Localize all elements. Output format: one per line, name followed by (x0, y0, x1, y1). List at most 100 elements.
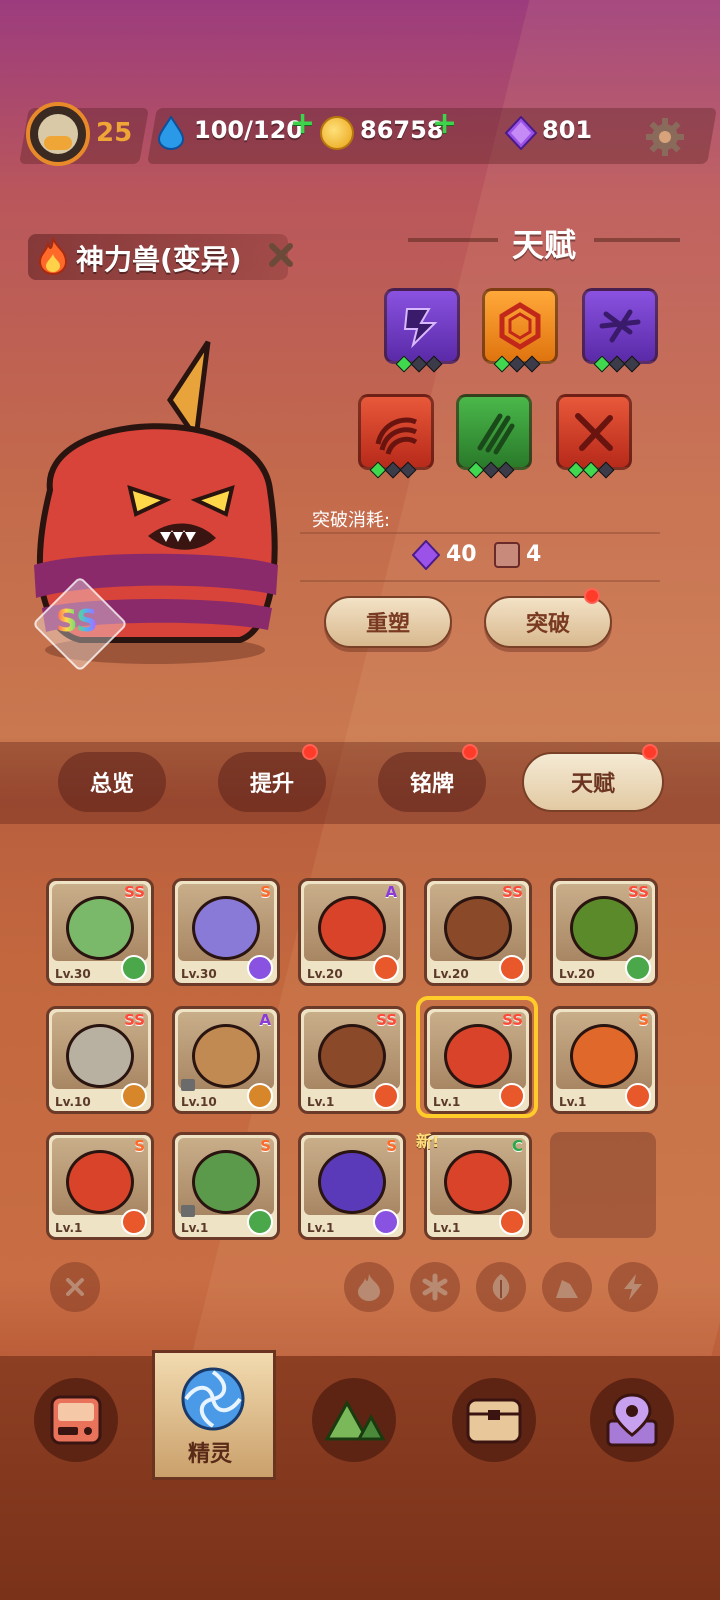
avatar[interactable] (26, 102, 90, 166)
pet-thumbnail (444, 895, 512, 960)
hexagon-icon (499, 302, 541, 350)
break-cost-label: 突破消耗: (312, 510, 391, 531)
material-icon (494, 542, 520, 568)
gem-value: 801 (542, 116, 593, 144)
new-tag: 新! (416, 1132, 440, 1151)
skill-level-pips-5 (467, 461, 515, 479)
skill-slot-6[interactable] (556, 394, 632, 470)
chest-icon (466, 1398, 522, 1444)
nav-console[interactable] (34, 1378, 118, 1462)
notification-dot (462, 744, 478, 760)
scratch-icon (477, 413, 515, 455)
fire-element-icon (121, 1209, 147, 1235)
pet-card[interactable]: A Lv.10 (172, 1006, 280, 1114)
fire-element-icon (499, 955, 525, 981)
pet-rank: SS (502, 883, 523, 901)
notification-dot (642, 744, 658, 760)
filter-water-button[interactable] (410, 1262, 460, 1312)
notification-dot (302, 744, 318, 760)
divider (300, 532, 660, 534)
filter-fire-button[interactable] (344, 1262, 394, 1312)
pet-thumbnail (192, 1149, 260, 1214)
filter-earth-button[interactable] (542, 1262, 592, 1312)
pet-thumbnail (318, 1149, 386, 1214)
pet-card[interactable]: SS Lv.30 (46, 878, 154, 986)
pet-rank: SS (124, 1011, 145, 1029)
skill-slot-3[interactable] (582, 288, 658, 364)
clear-filter-button[interactable] (50, 1262, 100, 1312)
spirit-icon (181, 1367, 245, 1431)
pet-rank: SS (376, 1011, 397, 1029)
pet-rank: S (134, 1137, 145, 1155)
pet-rank: S (260, 883, 271, 901)
lock-icon (181, 1079, 195, 1091)
pet-rank: A (259, 1011, 271, 1029)
pet-level: Lv.30 (55, 967, 91, 981)
reshape-button[interactable]: 重塑 (324, 596, 452, 648)
pet-card[interactable]: S Lv.30 (172, 878, 280, 986)
tab-overview[interactable]: 总览 (58, 752, 166, 812)
pet-card[interactable]: A Lv.20 (298, 878, 406, 986)
pet-card[interactable]: S Lv.1 (298, 1132, 406, 1240)
rock-icon (556, 1280, 578, 1298)
pet-rank: S (638, 1011, 649, 1029)
snowflake-icon (422, 1273, 448, 1301)
nav-map[interactable] (590, 1378, 674, 1462)
filter-electric-button[interactable] (608, 1262, 658, 1312)
tab-nameplate[interactable]: 铭牌 (378, 752, 486, 812)
skill-level-pips-6 (567, 461, 615, 479)
pet-level: Lv.10 (55, 1095, 91, 1109)
earth-element-icon (247, 1083, 273, 1109)
skill-level-pips-1 (395, 355, 443, 373)
nav-inventory[interactable] (452, 1378, 536, 1462)
player-level: 25 (96, 118, 133, 148)
skill-slot-1[interactable] (384, 288, 460, 364)
pet-thumbnail (318, 1023, 386, 1088)
add-coin-button[interactable]: + (432, 106, 457, 141)
filter-grass-button[interactable] (476, 1262, 526, 1312)
pet-level: Lv.10 (181, 1095, 217, 1109)
pet-thumbnail (444, 1149, 512, 1214)
pet-card[interactable]: SS Lv.10 (46, 1006, 154, 1114)
pet-card[interactable]: C Lv.1 (424, 1132, 532, 1240)
fire-icon (358, 1274, 380, 1301)
tab-upgrade[interactable]: 提升 (218, 752, 326, 812)
mountain-icon (324, 1399, 385, 1441)
nav-explore[interactable] (312, 1378, 396, 1462)
add-stamina-button[interactable]: + (290, 106, 315, 141)
pet-rank: SS (124, 883, 145, 901)
pet-thumbnail (66, 1023, 134, 1088)
fire-element-icon (373, 1083, 399, 1109)
lightning-icon (403, 308, 438, 349)
pet-thumbnail (66, 895, 134, 960)
pet-thumbnail (66, 1149, 134, 1214)
skill-slot-5[interactable] (456, 394, 532, 470)
pet-card[interactable]: SS Lv.20 (550, 878, 658, 986)
paw-coin-icon (320, 116, 354, 150)
close-icon (66, 1278, 84, 1296)
skill-slot-4[interactable] (358, 394, 434, 470)
notification-dot (584, 588, 600, 604)
pet-thumbnail (318, 895, 386, 960)
skill-level-pips-3 (593, 355, 641, 373)
tab-talent[interactable]: 天赋 (522, 752, 664, 812)
gear-icon[interactable] (644, 116, 686, 158)
talent-title: 天赋 (512, 226, 577, 264)
grass-element-icon (625, 955, 651, 981)
pet-card[interactable]: S Lv.1 (550, 1006, 658, 1114)
pet-card[interactable]: S Lv.1 (46, 1132, 154, 1240)
title-ornament-right (594, 238, 680, 242)
skill-slot-2[interactable] (482, 288, 558, 364)
electric-element-icon (247, 955, 273, 981)
lightning-icon (624, 1274, 642, 1300)
pet-thumbnail (192, 895, 260, 960)
selected-pet-frame (416, 996, 538, 1118)
pet-card[interactable]: SS Lv.20 (424, 878, 532, 986)
pet-card[interactable]: SS Lv.1 (298, 1006, 406, 1114)
close-icon[interactable] (266, 240, 296, 270)
cross-slash-icon (575, 413, 613, 451)
pet-level: Lv.1 (307, 1221, 335, 1235)
pet-card[interactable]: S Lv.1 (172, 1132, 280, 1240)
skill-level-pips-2 (493, 355, 541, 373)
purple-gem-icon (412, 540, 440, 570)
